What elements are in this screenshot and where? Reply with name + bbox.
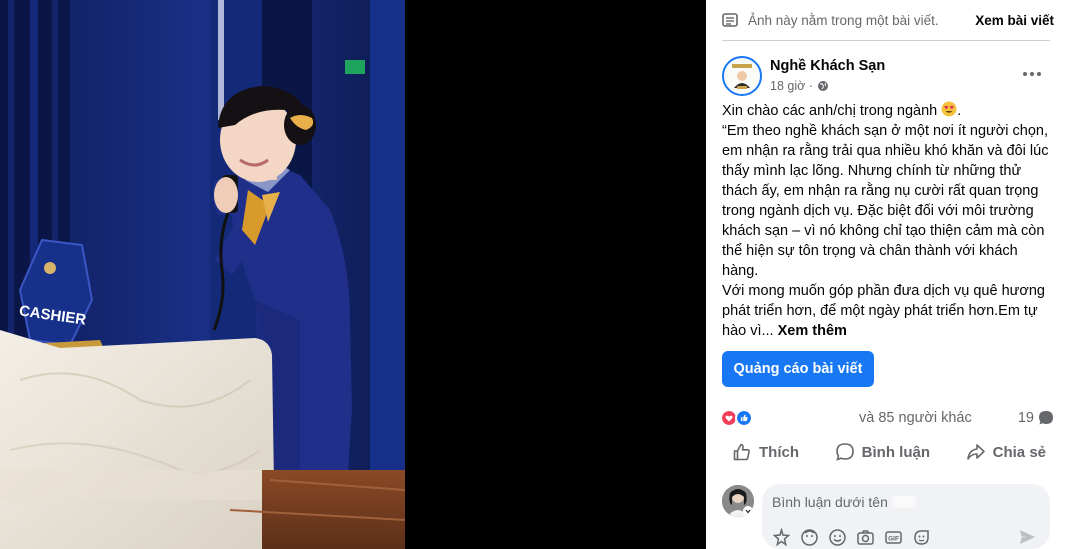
post-body-paragraph-2: Với mong muốn góp phần đưa dịch vụ quê h… <box>722 283 1046 339</box>
avatar-icon[interactable] <box>800 528 819 547</box>
share-label: Chia sẻ <box>992 443 1046 461</box>
emoji-icon[interactable] <box>828 528 847 547</box>
globe-icon <box>817 81 828 91</box>
comment-count[interactable]: 19 <box>1018 410 1034 426</box>
sticker-icon[interactable] <box>912 528 931 547</box>
post-text: Xin chào các anh/chị trong ngành . “Em t… <box>722 101 1052 341</box>
avatar-sticker-icon[interactable] <box>772 527 791 547</box>
dot-icon <box>1030 72 1034 76</box>
more-options-button[interactable] <box>1018 64 1046 84</box>
post-side-panel: Ảnh này nằm trong một bài viết. Xem bài … <box>706 0 1088 549</box>
post-time[interactable]: 18 giờ · <box>770 79 813 93</box>
post-meta: 18 giờ · <box>770 79 829 93</box>
comment-tools: GIF <box>772 527 931 547</box>
like-button[interactable]: Thích <box>722 442 809 462</box>
like-label: Thích <box>759 443 799 461</box>
comment-input[interactable]: Bình luận dưới tên GIF <box>762 484 1050 549</box>
reactions-bar: và 85 người khác 19 <box>720 408 1054 428</box>
post-body-paragraph-1: “Em theo nghề khách sạn ở một nơi ít ngư… <box>722 123 1049 279</box>
dot-icon <box>1037 72 1041 76</box>
page-avatar[interactable] <box>722 56 762 96</box>
post-greeting: Xin chào các anh/chị trong ngành <box>722 103 938 119</box>
comment-icon <box>835 443 854 461</box>
page-logo-icon <box>725 59 759 93</box>
post-notice: Ảnh này nằm trong một bài viết. Xem bài … <box>722 11 1054 29</box>
post-actions: Thích Bình luận Chia sẻ <box>722 438 1056 466</box>
photo-viewer: CASHIER <box>0 0 706 549</box>
reaction-others-text[interactable]: và 85 người khác <box>859 410 972 426</box>
commenter-avatar[interactable] <box>722 485 754 517</box>
comment-placeholder: Bình luận dưới tên <box>772 494 916 510</box>
see-post-link[interactable]: Xem bài viết <box>975 13 1054 28</box>
like-reaction-icon <box>735 409 753 427</box>
comment-label: Bình luận <box>861 443 930 461</box>
redacted-name <box>891 496 916 508</box>
dot-icon <box>1023 72 1027 76</box>
hotel-receptionist-photo: CASHIER <box>0 0 405 549</box>
gif-icon[interactable]: GIF <box>884 528 903 547</box>
comment-placeholder-text: Bình luận dưới tên <box>772 494 888 510</box>
page-name[interactable]: Nghề Khách Sạn <box>770 58 885 74</box>
boost-post-button[interactable]: Quảng cáo bài viết <box>722 351 874 387</box>
share-icon <box>966 444 985 460</box>
notice-text: Ảnh này nằm trong một bài viết. <box>748 12 939 28</box>
user-avatar-image <box>722 485 754 517</box>
document-icon <box>722 13 738 27</box>
share-button[interactable]: Chia sẻ <box>956 442 1056 462</box>
see-more-link[interactable]: Xem thêm <box>778 323 847 339</box>
heart-eyes-emoji-icon <box>941 101 957 117</box>
camera-icon[interactable] <box>856 528 875 547</box>
post-photo[interactable]: CASHIER <box>0 0 405 549</box>
svg-text:GIF: GIF <box>888 536 899 543</box>
thumbs-up-icon <box>733 443 750 461</box>
comment-bubble-icon <box>1039 411 1053 425</box>
send-icon[interactable] <box>1018 528 1036 546</box>
reaction-icons[interactable] <box>720 409 753 427</box>
divider <box>722 40 1050 41</box>
comment-button[interactable]: Bình luận <box>825 442 940 462</box>
